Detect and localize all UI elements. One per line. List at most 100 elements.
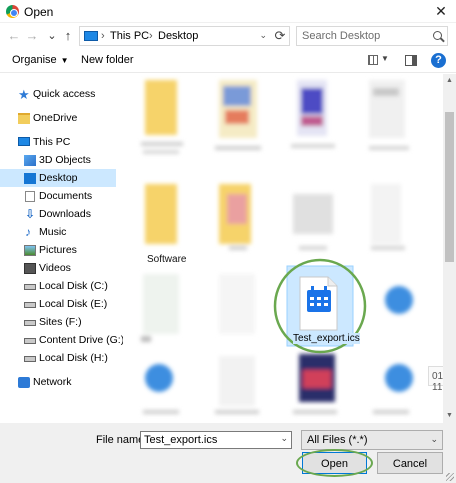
sidebar-item-onedrive[interactable]: OneDrive bbox=[0, 109, 116, 127]
file-thumbnail-label bbox=[229, 246, 247, 250]
scroll-up-icon[interactable]: ▲ bbox=[443, 74, 456, 88]
recent-locations-dropdown-icon[interactable]: ⌄ bbox=[44, 27, 60, 45]
document-thumbnail-graphic bbox=[373, 88, 399, 96]
desktop-icon bbox=[24, 173, 36, 184]
search-input[interactable] bbox=[297, 27, 427, 45]
download-icon: ⇩ bbox=[25, 207, 36, 221]
help-icon[interactable]: ? bbox=[431, 53, 446, 68]
address-dropdown-icon[interactable]: ⌄ bbox=[259, 30, 267, 41]
sidebar-item-local-disk-e[interactable]: Local Disk (E:) bbox=[0, 295, 116, 313]
preview-pane-icon[interactable] bbox=[405, 55, 417, 66]
title-bar: Open ✕ bbox=[0, 0, 456, 23]
sidebar-item-quick-access[interactable]: ★ Quick access bbox=[0, 85, 116, 103]
resize-grip[interactable] bbox=[446, 473, 454, 481]
drive-icon bbox=[24, 338, 36, 344]
sidebar-item-label: Local Disk (C:) bbox=[39, 280, 108, 292]
sidebar-item-sites-f[interactable]: Sites (F:) bbox=[0, 313, 116, 331]
up-arrow-icon[interactable]: ↑ bbox=[60, 27, 76, 45]
sidebar-item-local-disk-h[interactable]: Local Disk (H:) bbox=[0, 349, 116, 367]
folder-thumbnail bbox=[145, 80, 177, 135]
sidebar-item-label: Documents bbox=[39, 190, 93, 202]
cube-icon bbox=[24, 155, 36, 166]
open-button[interactable]: Open bbox=[302, 452, 367, 474]
app-thumbnail bbox=[385, 286, 413, 314]
document-thumbnail-graphic bbox=[301, 116, 323, 126]
sidebar-item-label: Pictures bbox=[39, 244, 77, 256]
app-thumbnail bbox=[145, 364, 173, 392]
sidebar-item-music[interactable]: ♪ Music bbox=[0, 223, 116, 241]
sidebar-item-this-pc[interactable]: This PC bbox=[0, 133, 116, 151]
selected-file-name[interactable]: Test_export.ics bbox=[293, 333, 360, 344]
view-options-caret-icon[interactable]: ▼ bbox=[381, 54, 389, 63]
document-thumbnail-graphic bbox=[225, 110, 249, 124]
sidebar-item-label: Desktop bbox=[39, 172, 78, 184]
file-thumbnail-label bbox=[299, 246, 327, 250]
file-label-software[interactable]: Software bbox=[147, 254, 186, 265]
file-thumbnail-label bbox=[369, 146, 409, 150]
file-thumbnail-label bbox=[141, 336, 151, 342]
sidebar-item-local-disk-c[interactable]: Local Disk (C:) bbox=[0, 277, 116, 295]
sidebar-item-pictures[interactable]: Pictures bbox=[0, 241, 116, 259]
organise-button[interactable]: Organise ▼ bbox=[12, 54, 69, 66]
drive-icon bbox=[24, 356, 36, 362]
sidebar-item-documents[interactable]: Documents bbox=[0, 187, 116, 205]
sidebar-item-content-drive-g[interactable]: Content Drive (G:) bbox=[0, 331, 124, 349]
cancel-button[interactable]: Cancel bbox=[377, 452, 443, 474]
star-icon: ★ bbox=[18, 87, 30, 102]
music-icon: ♪ bbox=[25, 225, 31, 239]
sidebar-item-label: Downloads bbox=[39, 208, 91, 220]
document-thumbnail bbox=[371, 184, 401, 244]
breadcrumb-desktop[interactable]: Desktop bbox=[158, 30, 198, 42]
app-thumbnail bbox=[385, 364, 413, 392]
new-folder-button[interactable]: New folder bbox=[81, 54, 134, 66]
dialog-footer: File name: ⌄ All Files (*.*) ⌄ Open Canc… bbox=[0, 423, 456, 483]
sidebar-item-downloads[interactable]: ⇩ Downloads bbox=[0, 205, 116, 223]
file-name-dropdown-icon[interactable]: ⌄ bbox=[280, 433, 288, 444]
sidebar-item-label: 3D Objects bbox=[39, 154, 91, 166]
file-list-view[interactable]: Software Test_export.ics bbox=[123, 74, 443, 423]
navigation-pane: ★ Quick access OneDrive This PC 3D Objec… bbox=[0, 73, 124, 423]
file-thumbnail-label bbox=[143, 410, 179, 414]
network-icon bbox=[18, 377, 30, 388]
computer-icon bbox=[84, 31, 98, 41]
drive-icon bbox=[24, 302, 36, 308]
breadcrumb-this-pc[interactable]: This PC bbox=[110, 30, 149, 42]
document-thumbnail-graphic bbox=[301, 88, 323, 114]
sidebar-item-label: Sites (F:) bbox=[39, 316, 82, 328]
organise-label: Organise bbox=[12, 54, 57, 66]
file-name-input[interactable] bbox=[141, 432, 277, 448]
forward-arrow-icon[interactable]: → bbox=[24, 27, 40, 45]
close-icon[interactable]: ✕ bbox=[426, 0, 456, 23]
organise-caret-icon: ▼ bbox=[60, 56, 69, 65]
view-options-icon[interactable] bbox=[368, 55, 378, 65]
refresh-icon[interactable]: ⟳ bbox=[271, 26, 289, 46]
document-icon bbox=[25, 191, 35, 202]
search-icon[interactable] bbox=[433, 31, 442, 40]
vertical-scrollbar[interactable]: ▲ ▼ bbox=[443, 74, 456, 423]
file-thumbnail-label bbox=[293, 410, 337, 414]
chrome-icon bbox=[6, 5, 19, 18]
sidebar-item-network[interactable]: Network bbox=[0, 373, 116, 391]
file-thumbnails bbox=[141, 80, 413, 414]
drive-icon bbox=[24, 320, 36, 326]
sidebar-item-3d-objects[interactable]: 3D Objects bbox=[0, 151, 116, 169]
address-bar[interactable]: › This PC › Desktop ⌄ bbox=[79, 26, 290, 46]
document-thumbnail-graphic bbox=[223, 86, 251, 106]
sidebar-item-label: Content Drive (G:) bbox=[39, 334, 125, 346]
sidebar-item-desktop[interactable]: Desktop bbox=[0, 169, 116, 187]
computer-icon bbox=[18, 137, 30, 146]
file-name-combobox: ⌄ bbox=[140, 431, 292, 449]
command-toolbar: Organise ▼ New folder ▼ ? bbox=[0, 49, 456, 73]
scrollbar-thumb[interactable] bbox=[445, 112, 454, 262]
sidebar-item-label: Local Disk (H:) bbox=[39, 352, 108, 364]
back-arrow-icon[interactable]: ← bbox=[6, 27, 22, 45]
navigation-bar: ← → ⌄ ↑ › This PC › Desktop ⌄ ⟳ bbox=[0, 23, 456, 49]
folder-thumbnail bbox=[145, 184, 177, 244]
sidebar-item-label: Local Disk (E:) bbox=[39, 298, 108, 310]
file-type-select[interactable]: All Files (*.*) ⌄ bbox=[301, 430, 443, 450]
sidebar-item-videos[interactable]: Videos bbox=[0, 259, 116, 277]
sidebar-item-label: Music bbox=[39, 226, 67, 238]
scroll-down-icon[interactable]: ▼ bbox=[443, 409, 456, 423]
file-type-value: All Files (*.*) bbox=[307, 434, 368, 446]
pictures-icon bbox=[24, 245, 36, 256]
